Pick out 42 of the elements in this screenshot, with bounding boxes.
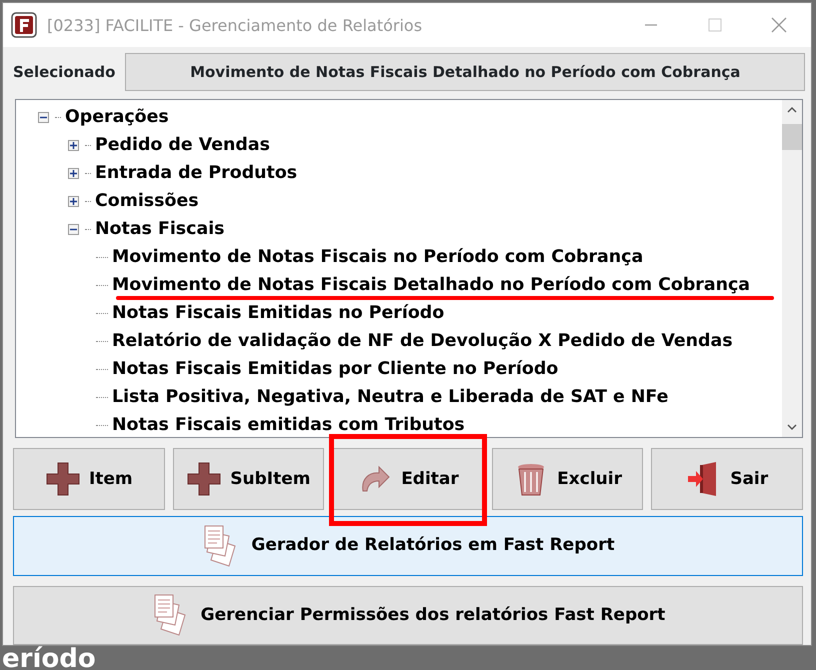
tree-item[interactable]: Notas Fiscais Emitidas no Período: [112, 303, 444, 324]
minus-icon: [70, 226, 77, 233]
vertical-scrollbar[interactable]: [782, 100, 802, 438]
tree-item[interactable]: Comissões: [95, 191, 199, 212]
toolbar-button[interactable]: Item: [13, 448, 165, 510]
tree-item[interactable]: Relatório de validação de NF de Devolução X Pedido de Vendas: [112, 331, 733, 352]
tree-item[interactable]: Entrada de Produtos: [95, 163, 298, 184]
report-button[interactable]: Gerenciar Permissões dos relatórios Fast Report: [13, 586, 803, 645]
expand-toggle[interactable]: [68, 140, 79, 151]
tree-item[interactable]: Movimento de Notas Fiscais Detalhado no Período com Cobrança: [112, 275, 750, 296]
plus-icon: [186, 461, 222, 498]
tree-item[interactable]: Notas Fiscais: [95, 219, 225, 240]
toolbar-button[interactable]: Sair: [651, 448, 803, 510]
app-logo-icon: [11, 12, 37, 38]
scroll-down-icon: [787, 424, 797, 430]
tree-item[interactable]: Notas Fiscais Emitidas por Cliente no Período: [112, 359, 558, 380]
selected-label: Selecionado: [13, 62, 116, 82]
background-text: eríodo: [2, 646, 96, 670]
plus-icon: [44, 461, 81, 498]
plus-icon: [70, 198, 77, 205]
tree-item[interactable]: Notas Fiscais emitidas com Tributos: [112, 415, 465, 436]
report-button[interactable]: Gerador de Relatórios em Fast Report: [13, 516, 803, 576]
scroll-thumb[interactable]: [782, 124, 802, 150]
scroll-up-icon: [787, 106, 797, 112]
toolbar-button[interactable]: Editar: [332, 448, 484, 510]
toolbar-button[interactable]: Excluir: [492, 448, 644, 510]
close-icon: [771, 17, 787, 33]
tree-item[interactable]: Pedido de Vendas: [95, 135, 270, 156]
expand-toggle[interactable]: [68, 196, 79, 207]
collapse-toggle[interactable]: [68, 224, 79, 235]
window-title: [0233] FACILITE - Gerenciamento de Relatórios: [47, 16, 424, 34]
collapse-toggle[interactable]: [38, 112, 49, 123]
tree-item[interactable]: Operações: [65, 107, 169, 128]
tree-item[interactable]: Movimento de Notas Fiscais no Período com Cobrança: [112, 247, 644, 268]
toolbar-button[interactable]: SubItem: [172, 448, 324, 510]
tree-item[interactable]: Lista Positiva, Negativa, Neutra e Liberada de SAT e NFe: [112, 387, 668, 408]
expand-toggle[interactable]: [68, 168, 79, 179]
plus-icon: [70, 170, 77, 177]
selected-report-field: Movimento de Notas Fiscais Detalhado no Período com Cobrança: [125, 52, 805, 91]
minus-icon: [40, 114, 47, 121]
plus-icon: [70, 142, 77, 149]
maximize-icon: [708, 18, 722, 32]
